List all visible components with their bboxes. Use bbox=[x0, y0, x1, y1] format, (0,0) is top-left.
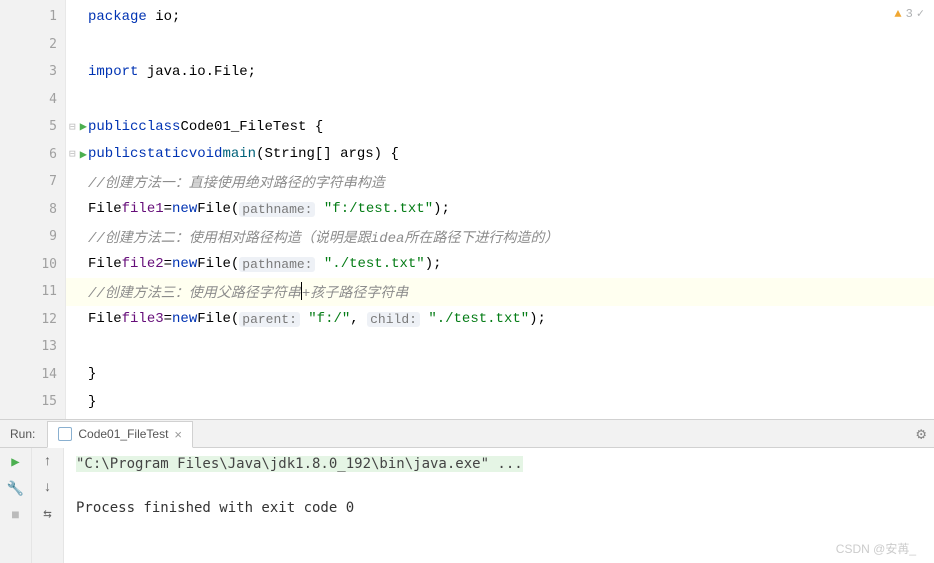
line-number: 13 bbox=[41, 339, 57, 354]
gutter-row[interactable]: 9 bbox=[0, 223, 65, 251]
line-number: 6 bbox=[49, 147, 57, 162]
gutter-row[interactable]: 13 bbox=[0, 333, 65, 361]
up-icon[interactable]: ↑ bbox=[43, 454, 51, 470]
rerun-button[interactable]: ▶ bbox=[11, 454, 19, 471]
run-tabs-bar: Run: Code01_FileTest × ⚙ bbox=[0, 420, 934, 448]
line-number: 15 bbox=[41, 394, 57, 409]
line-number: 8 bbox=[49, 202, 57, 217]
fold-icon[interactable]: ⊟ bbox=[69, 141, 76, 169]
line-number: 12 bbox=[41, 312, 57, 327]
gutter-row[interactable]: 10 bbox=[0, 251, 65, 279]
gutter-row[interactable]: 11 bbox=[0, 278, 65, 306]
line-number: 5 bbox=[49, 119, 57, 134]
run-toolbar-primary: ▶ 🔧 ■ bbox=[0, 448, 32, 563]
gutter-row[interactable]: 2 bbox=[0, 31, 65, 59]
stop-button[interactable]: ■ bbox=[11, 508, 19, 524]
code-line[interactable]: } bbox=[66, 388, 934, 416]
code-pane[interactable]: ▲ 3 ✓ package io; import java.io.File; ⊟… bbox=[66, 0, 934, 419]
line-number: 4 bbox=[49, 92, 57, 107]
gutter-row[interactable]: 5▶ bbox=[0, 113, 65, 141]
run-config-icon bbox=[58, 427, 72, 441]
line-gutter: 1 2 3 4 5▶ 6▶ 7 8 9 10 11 12 13 14 15 bbox=[0, 0, 66, 419]
code-line[interactable] bbox=[66, 86, 934, 114]
line-number: 11 bbox=[41, 284, 57, 299]
code-line-active[interactable]: //创建方法三：使用父路径字符串+孩子路径字符串 bbox=[66, 278, 934, 306]
run-tab[interactable]: Code01_FileTest × bbox=[47, 421, 193, 448]
param-hint: pathname: bbox=[239, 202, 315, 217]
gutter-row[interactable]: 6▶ bbox=[0, 141, 65, 169]
line-number: 1 bbox=[49, 9, 57, 24]
line-number: 7 bbox=[49, 174, 57, 189]
wrench-icon[interactable]: 🔧 bbox=[7, 481, 24, 498]
run-label: Run: bbox=[10, 427, 35, 441]
code-line[interactable] bbox=[66, 31, 934, 59]
gutter-row[interactable]: 3 bbox=[0, 58, 65, 86]
gutter-row[interactable]: 4 bbox=[0, 86, 65, 114]
inspection-badge[interactable]: ▲ 3 ✓ bbox=[894, 6, 924, 21]
gutter-row[interactable]: 8 bbox=[0, 196, 65, 224]
code-line[interactable]: } bbox=[66, 361, 934, 389]
param-hint: parent: bbox=[239, 312, 300, 327]
watermark: CSDN @安苒_ bbox=[836, 540, 916, 557]
down-icon[interactable]: ↓ bbox=[43, 480, 51, 496]
soft-wrap-icon[interactable]: ⇆ bbox=[43, 506, 51, 523]
run-panel: Run: Code01_FileTest × ⚙ ▶ 🔧 ■ ↑ ↓ ⇆ "C:… bbox=[0, 419, 934, 563]
exit-message: Process finished with exit code 0 bbox=[76, 500, 922, 516]
code-line[interactable]: //创建方法一：直接使用绝对路径的字符串构造 bbox=[66, 168, 934, 196]
close-icon[interactable]: × bbox=[174, 427, 182, 442]
gutter-row[interactable]: 15 bbox=[0, 388, 65, 416]
line-number: 2 bbox=[49, 37, 57, 52]
fold-icon[interactable]: ⊟ bbox=[69, 113, 76, 141]
gear-icon[interactable]: ⚙ bbox=[916, 424, 926, 444]
console-output[interactable]: "C:\Program Files\Java\jdk1.8.0_192\bin\… bbox=[64, 448, 934, 563]
run-toolbar-secondary: ↑ ↓ ⇆ bbox=[32, 448, 64, 563]
warning-count: 3 bbox=[906, 7, 913, 21]
run-body: ▶ 🔧 ■ ↑ ↓ ⇆ "C:\Program Files\Java\jdk1.… bbox=[0, 448, 934, 563]
gutter-row[interactable]: 7 bbox=[0, 168, 65, 196]
code-line[interactable]: File file2=new File( pathname: "./test.t… bbox=[66, 251, 934, 279]
command-line: "C:\Program Files\Java\jdk1.8.0_192\bin\… bbox=[76, 456, 523, 472]
editor-area: 1 2 3 4 5▶ 6▶ 7 8 9 10 11 12 13 14 15 ▲ … bbox=[0, 0, 934, 419]
code-line[interactable]: ⊟ public static void main(String[] args)… bbox=[66, 141, 934, 169]
code-line[interactable]: package io; bbox=[66, 3, 934, 31]
code-line[interactable]: import java.io.File; bbox=[66, 58, 934, 86]
chevron-icon: ✓ bbox=[917, 6, 924, 21]
code-line[interactable] bbox=[66, 333, 934, 361]
param-hint: pathname: bbox=[239, 257, 315, 272]
code-line[interactable]: //创建方法二：使用相对路径构造（说明是跟idea所在路径下进行构造的） bbox=[66, 223, 934, 251]
line-number: 3 bbox=[49, 64, 57, 79]
code-line[interactable]: File file1=new File( pathname: "f:/test.… bbox=[66, 196, 934, 224]
code-line[interactable]: File file3=new File( parent: "f:/", chil… bbox=[66, 306, 934, 334]
line-number: 10 bbox=[41, 257, 57, 272]
run-tab-label: Code01_FileTest bbox=[78, 427, 168, 441]
gutter-row[interactable]: 1 bbox=[0, 3, 65, 31]
code-line[interactable]: ⊟public class Code01_FileTest { bbox=[66, 113, 934, 141]
warning-icon: ▲ bbox=[894, 7, 901, 21]
line-number: 14 bbox=[41, 367, 57, 382]
line-number: 9 bbox=[49, 229, 57, 244]
gutter-row[interactable]: 12 bbox=[0, 306, 65, 334]
param-hint: child: bbox=[367, 312, 420, 327]
gutter-row[interactable]: 14 bbox=[0, 361, 65, 389]
